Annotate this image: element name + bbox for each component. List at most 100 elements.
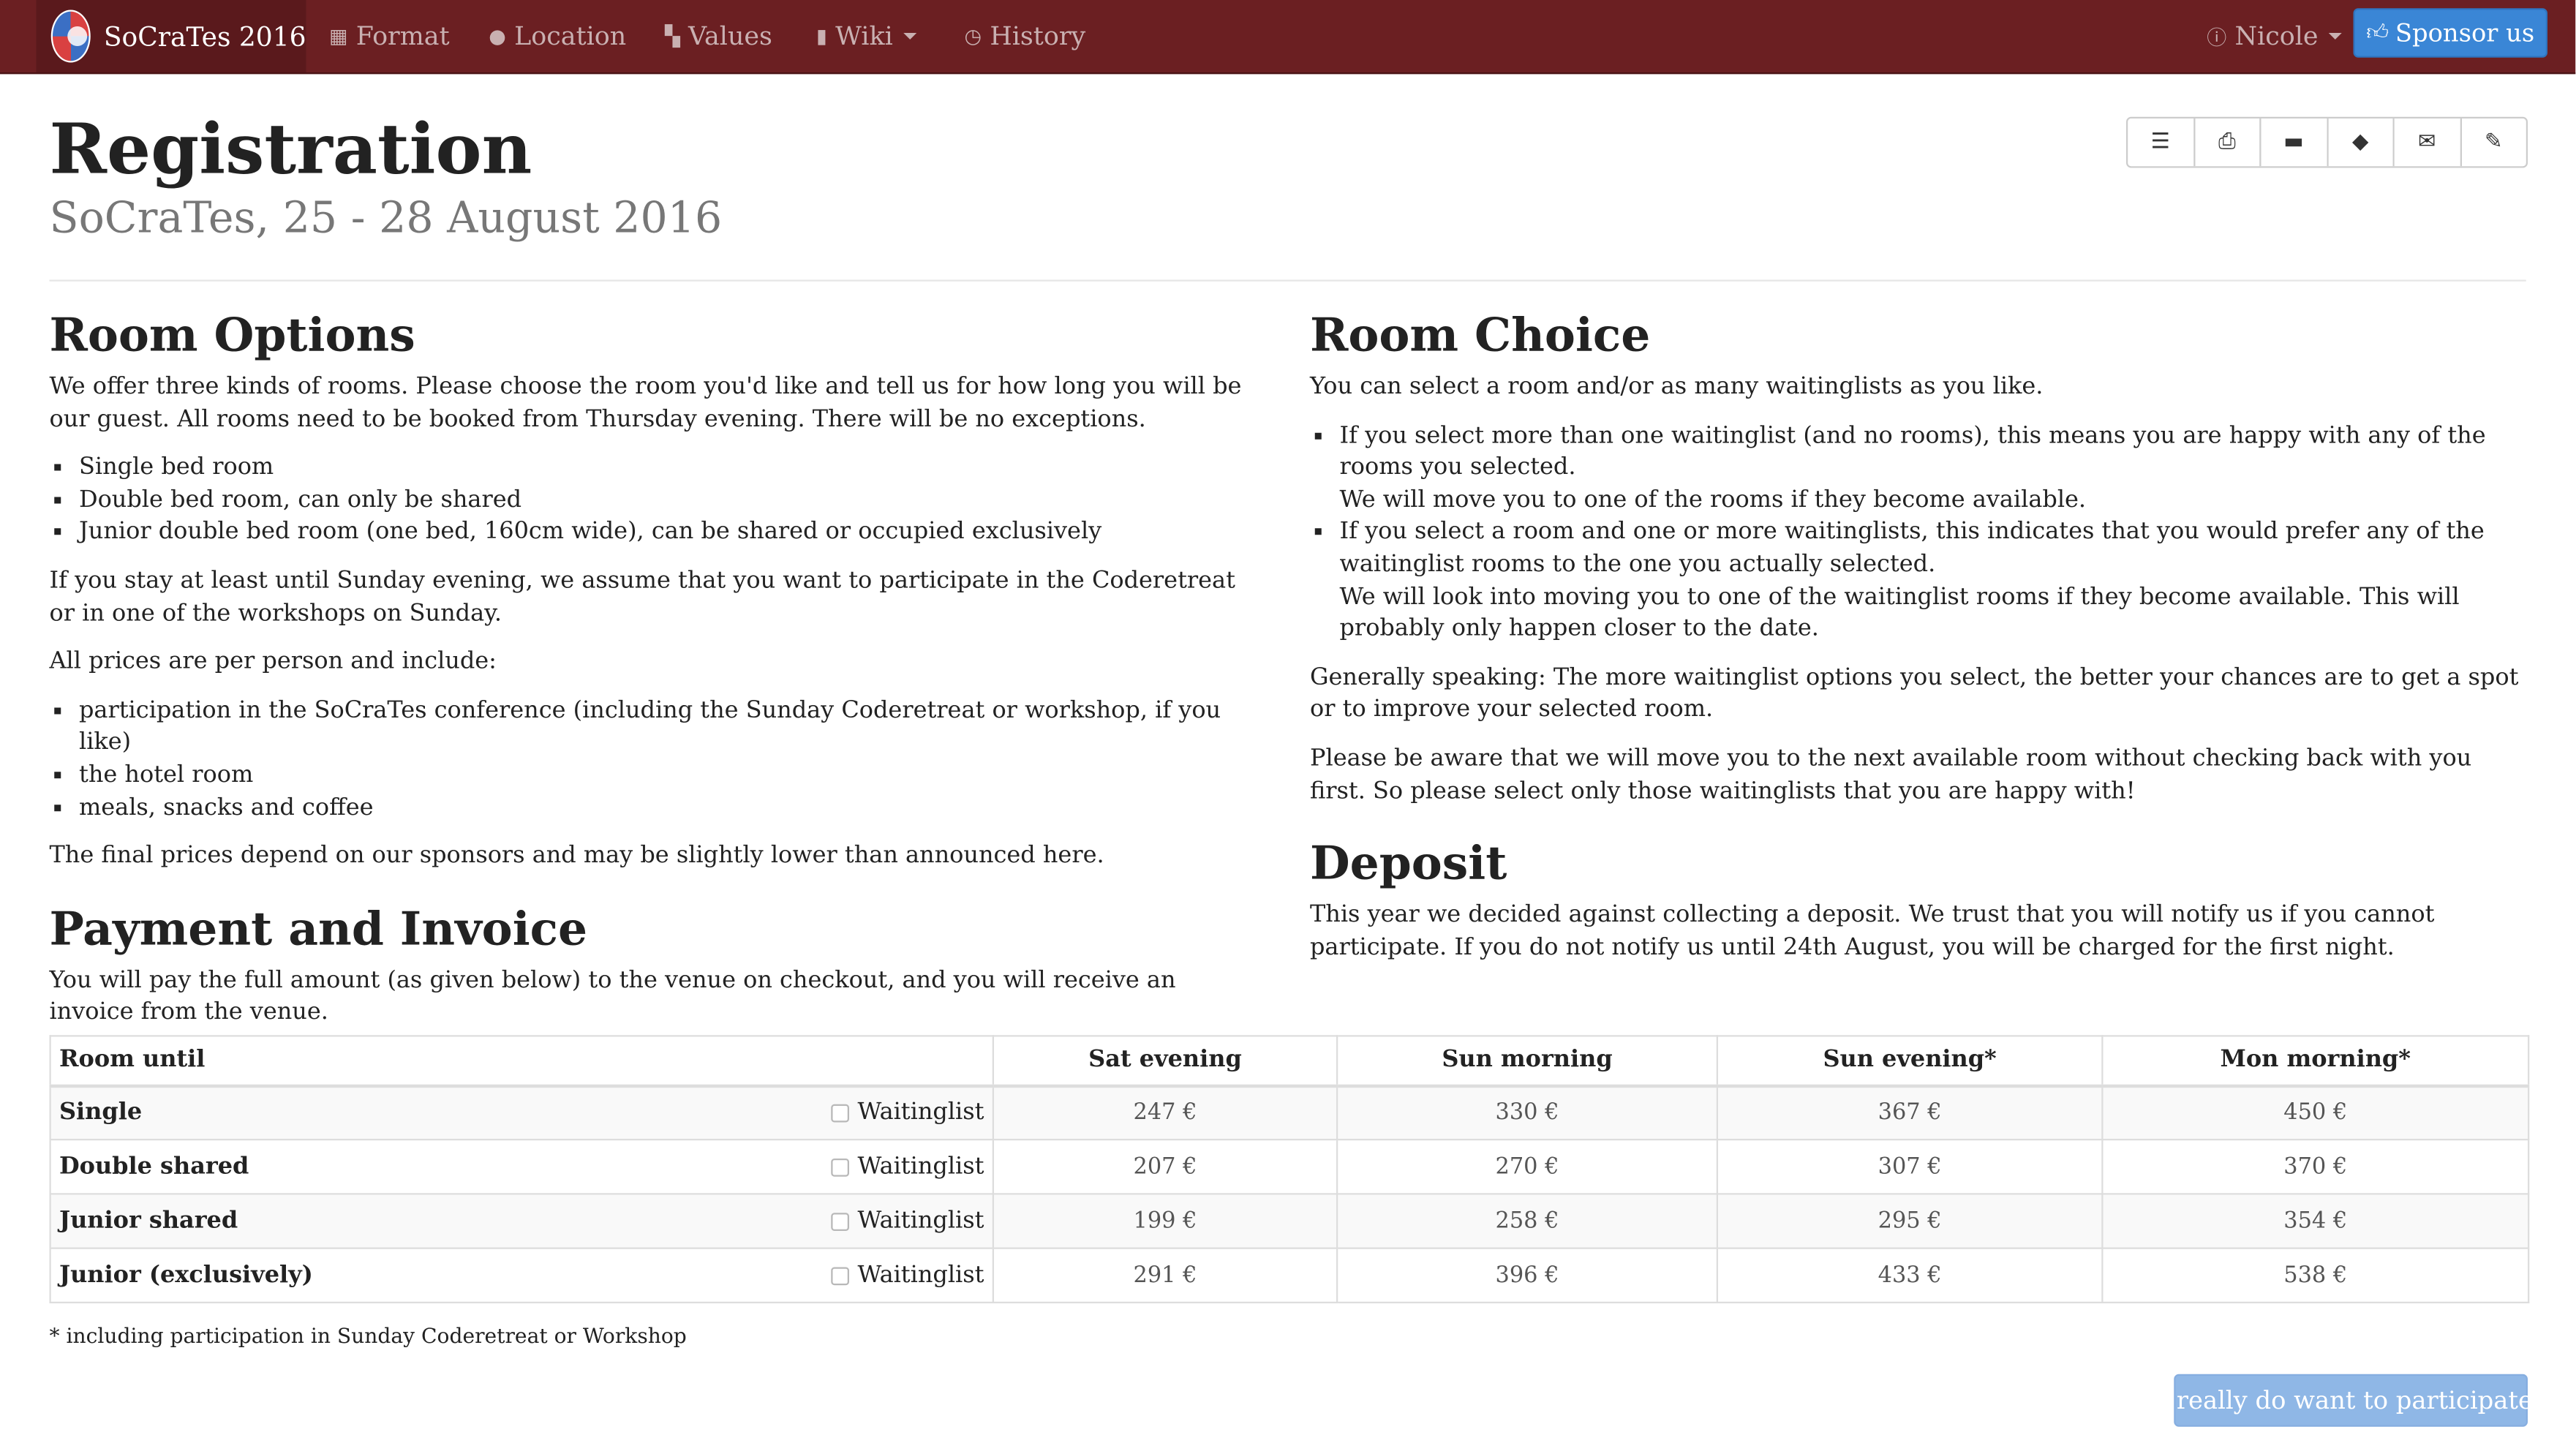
list-item: Double bed room, can only be shared xyxy=(79,485,1268,517)
price-cell[interactable]: 295 € xyxy=(1716,1193,2104,1249)
envelope-icon[interactable]: ✉ xyxy=(2394,118,2461,167)
list-item: participation in the SoCraTes conference… xyxy=(79,696,1268,760)
room-choice-heading: Room Choice xyxy=(1310,307,1651,362)
edit-icon[interactable]: ✎ xyxy=(2460,118,2526,167)
sponsor-button-label: Sponsor us xyxy=(2395,18,2535,48)
sunday-note: If you stay at least until Sunday evenin… xyxy=(49,568,1235,627)
room-price-table: Room until Sat evening Sun morning Sun e… xyxy=(49,1035,2530,1303)
room-name: Junior (exclusively) xyxy=(59,1262,313,1289)
nav-history-label: History xyxy=(990,21,1086,51)
price-cell[interactable]: 258 € xyxy=(1336,1193,1718,1249)
room-name-cell: Junior shared Waitinglist xyxy=(49,1193,994,1249)
info-icon: ⓘ xyxy=(2207,25,2227,49)
price-cell[interactable]: 433 € xyxy=(1716,1247,2104,1303)
table-footnote: * including participation in Sunday Code… xyxy=(49,1323,687,1348)
checkbox[interactable] xyxy=(831,1104,850,1122)
clock-icon: ◷ xyxy=(964,24,982,48)
nav-values-label: Values xyxy=(688,21,772,51)
checkbox[interactable] xyxy=(831,1266,850,1285)
nav-location-label: Location xyxy=(514,21,627,51)
divider xyxy=(49,279,2526,282)
price-cell[interactable]: 450 € xyxy=(2101,1084,2530,1141)
price-cell[interactable]: 207 € xyxy=(992,1139,1338,1195)
left-column: Room Options We offer three kinds of roo… xyxy=(50,309,1268,1047)
list-item: Junior double bed room (one bed, 160cm w… xyxy=(79,517,1268,549)
participate-button[interactable]: I really do want to participate! xyxy=(2159,1374,2542,1427)
list-item: If you select a room and one or more wai… xyxy=(1340,517,2528,646)
warning-note: Please be aware that we will move you to… xyxy=(1310,745,2472,805)
price-cell[interactable]: 247 € xyxy=(992,1084,1338,1141)
checkbox[interactable] xyxy=(831,1212,850,1230)
right-column: Room Choice You can select a room and/or… xyxy=(1310,309,2528,982)
table-header-row: Room until Sat evening Sun morning Sun e… xyxy=(49,1035,2530,1088)
column-header: Room until xyxy=(49,1035,994,1088)
room-name-cell: Single Waitinglist xyxy=(49,1084,994,1141)
waitinglist-label: Waitinglist xyxy=(857,1099,984,1126)
bed-icon[interactable]: ▬ xyxy=(2261,118,2328,167)
list-item: the hotel room xyxy=(79,760,1268,792)
sponsor-button[interactable]: 👍︎ Sponsor us xyxy=(2353,8,2547,58)
room-name-cell: Double shared Waitinglist xyxy=(49,1139,994,1195)
list-item: Single bed room xyxy=(79,453,1268,485)
payment-text: You will pay the full amount (as given b… xyxy=(49,967,1176,1026)
deposit-text: This year we decided against collecting … xyxy=(1310,902,2435,961)
brand-link[interactable]: SoCraTes 2016 xyxy=(36,0,306,72)
globe-icon: ● xyxy=(489,24,506,48)
list-icon[interactable]: ☰ xyxy=(2128,118,2195,167)
waitinglist-checkbox-junior-shared[interactable]: Waitinglist xyxy=(831,1208,984,1235)
table-row: Junior (exclusively) Waitinglist 291 € 3… xyxy=(49,1247,2530,1303)
waitinglist-checkbox-double-shared[interactable]: Waitinglist xyxy=(831,1153,984,1180)
chevron-down-icon xyxy=(903,33,916,39)
calendar-icon: ▦ xyxy=(329,24,348,48)
final-price-note: The final prices depend on our sponsors … xyxy=(49,843,1104,870)
nav-location[interactable]: ● Location xyxy=(489,0,626,72)
price-cell[interactable]: 330 € xyxy=(1336,1084,1718,1141)
nav-values[interactable]: ▚ Values xyxy=(665,0,772,72)
nav-wiki-label: Wiki xyxy=(835,21,893,51)
print-icon[interactable]: ⎙ xyxy=(2194,118,2261,167)
table-row: Junior shared Waitinglist 199 € 258 € 29… xyxy=(49,1193,2530,1249)
waitinglist-checkbox-junior-exclusively[interactable]: Waitinglist xyxy=(831,1262,984,1289)
waitinglist-checkbox-single[interactable]: Waitinglist xyxy=(831,1099,984,1126)
point-text: We will look into moving you to one of t… xyxy=(1339,583,2460,642)
price-cell[interactable]: 367 € xyxy=(1716,1084,2104,1141)
navbar: SoCraTes 2016 ▦ Format ● Location ▚ Valu… xyxy=(0,0,2576,75)
price-cell[interactable]: 396 € xyxy=(1336,1247,1718,1303)
room-options-heading: Room Options xyxy=(49,307,415,362)
room-options-intro: We offer three kinds of rooms. Please ch… xyxy=(49,373,1242,432)
checkbox[interactable] xyxy=(831,1157,850,1176)
table-row: Single Waitinglist 247 € 330 € 367 € 450… xyxy=(49,1084,2530,1141)
price-cell[interactable]: 354 € xyxy=(2101,1193,2530,1249)
room-name: Double shared xyxy=(59,1153,249,1180)
table-row: Double shared Waitinglist 207 € 270 € 30… xyxy=(49,1139,2530,1195)
nav-wiki[interactable]: ▮ Wiki xyxy=(816,0,916,72)
column-header: Mon morning* xyxy=(2101,1035,2530,1088)
room-choice-intro: You can select a room and/or as many wai… xyxy=(1310,373,2044,400)
waitinglist-label: Waitinglist xyxy=(857,1262,984,1289)
price-cell[interactable]: 538 € xyxy=(2101,1247,2530,1303)
waitinglist-label: Waitinglist xyxy=(857,1153,984,1180)
price-cell[interactable]: 307 € xyxy=(1716,1139,2104,1195)
user-menu[interactable]: ⓘ Nicole xyxy=(2207,0,2342,72)
price-cell[interactable]: 291 € xyxy=(992,1247,1338,1303)
price-cell[interactable]: 270 € xyxy=(1336,1139,1718,1195)
room-name: Junior shared xyxy=(59,1208,238,1235)
room-types-list: Single bed room Double bed room, can onl… xyxy=(50,453,1268,549)
point-text: If you select more than one waitinglist … xyxy=(1339,422,2486,481)
column-header: Sun evening* xyxy=(1716,1035,2104,1088)
price-cell[interactable]: 370 € xyxy=(2101,1139,2530,1195)
tags-icon[interactable]: ◆ xyxy=(2327,118,2395,167)
brand-name: SoCraTes 2016 xyxy=(103,20,306,52)
room-name-cell: Junior (exclusively) Waitinglist xyxy=(49,1247,994,1303)
payment-heading: Payment and Invoice xyxy=(49,901,588,956)
price-includes-list: participation in the SoCraTes conference… xyxy=(50,696,1268,824)
point-text: If you select a room and one or more wai… xyxy=(1339,519,2485,578)
nav-format[interactable]: ▦ Format xyxy=(329,0,450,72)
user-name: Nicole xyxy=(2234,21,2319,51)
waitinglist-label: Waitinglist xyxy=(857,1208,984,1235)
price-cell[interactable]: 199 € xyxy=(992,1193,1338,1249)
page-title: Registration xyxy=(49,108,532,189)
point-text: We will move you to one of the rooms if … xyxy=(1339,486,2087,513)
thumbs-up-icon: 👍︎ xyxy=(2366,20,2389,45)
nav-history[interactable]: ◷ History xyxy=(965,0,1086,72)
